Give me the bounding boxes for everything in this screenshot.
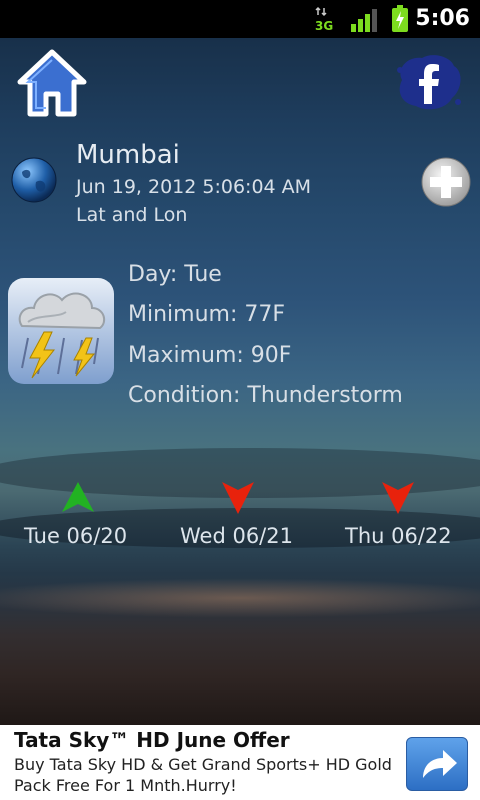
forecast-date-2[interactable]: Wed 06/21 [180,524,293,548]
arrow-up-icon [62,482,94,512]
thunderstorm-icon [8,278,114,384]
arrow-down-icon [222,482,254,514]
forecast-date-1[interactable]: Tue 06/20 [24,524,127,548]
status-time: 5:06 [415,6,470,31]
weather-minimum: Minimum: 77F [128,302,286,327]
network-label: 3G [315,19,333,32]
share-arrow-icon [423,750,457,778]
forecast-date-3[interactable]: Thu 06/22 [345,524,452,548]
home-icon[interactable] [16,48,88,120]
arrow-down-icon [382,482,414,514]
weather-day: Day: Tue [128,262,222,287]
facebook-icon[interactable] [392,50,464,114]
ad-title[interactable]: Tata Sky™ HD June Offer [14,728,290,752]
lat-lon-label: Lat and Lon [76,204,188,226]
city-name: Mumbai [76,140,180,170]
weather-screen: Mumbai Jun 19, 2012 5:06:04 AM Lat and L… [0,38,480,725]
plus-icon[interactable] [420,156,472,208]
battery-charging-icon [392,5,408,32]
network-3g-icon: 3G [315,6,333,32]
weather-maximum: Maximum: 90F [128,343,292,368]
ad-text[interactable]: Buy Tata Sky HD & Get Grand Sports+ HD G… [14,754,399,796]
background-glow [0,578,480,618]
globe-icon [11,157,57,203]
date-time: Jun 19, 2012 5:06:04 AM [76,176,312,198]
signal-strength-icon [351,9,377,32]
ad-banner[interactable]: Tata Sky™ HD June Offer Buy Tata Sky HD … [0,725,480,800]
status-bar: 3G 5:06 [0,0,480,38]
ad-action-button[interactable] [406,737,468,791]
weather-condition: Condition: Thunderstorm [128,383,403,408]
